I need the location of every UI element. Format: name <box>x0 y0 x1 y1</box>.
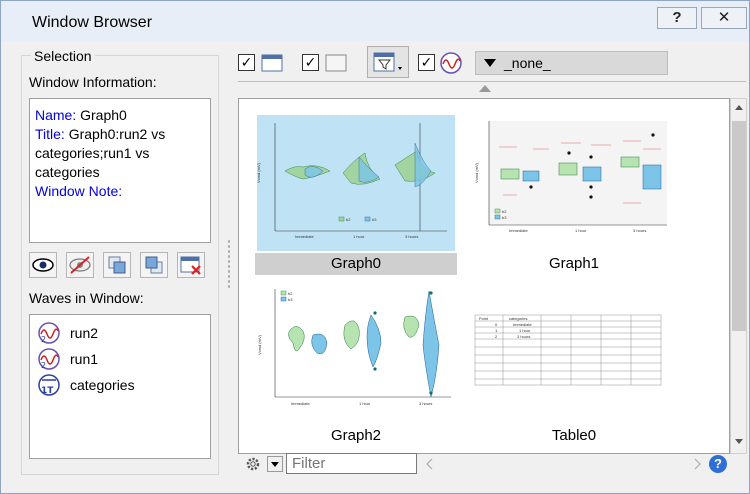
stack-front-icon <box>108 256 126 274</box>
category-immediate: Immediate <box>509 228 528 233</box>
tables-checkbox[interactable]: ✓ <box>302 54 319 71</box>
table-cell: Immediate <box>513 322 532 327</box>
hide-window-button[interactable] <box>66 252 94 278</box>
scroll-down-icon[interactable] <box>735 439 743 444</box>
y-axis-label: Vcmd (mV) <box>474 162 479 183</box>
legend-b2: b2 <box>502 209 507 214</box>
window-info-label: Window Information: <box>29 74 157 90</box>
scroll-left-icon[interactable] <box>425 458 435 470</box>
window-browser: Window Browser ? ✕ Selection Window Info… <box>0 0 750 494</box>
table-header-categories: categories <box>509 316 527 321</box>
category-1hour: 1 hour <box>359 401 371 406</box>
thumbnail-caption: Graph0 <box>330 255 382 272</box>
graph0-preview: Vcmd (mV) b2 b3 Immediate 1 hour 3 hours <box>255 113 457 253</box>
table-header-point: Point <box>479 316 489 321</box>
wave-name: run1 <box>70 351 99 367</box>
thumbnail-graph2[interactable]: Vcmd (mV) b2 b3 Immediate 1 hour 3 hours… <box>255 285 457 447</box>
table-cell: 1 hour <box>519 328 531 333</box>
eye-icon <box>32 258 54 272</box>
toolbar-separator <box>238 81 746 82</box>
stack-back-icon <box>145 256 163 274</box>
legend-b2: b2 <box>346 217 351 222</box>
triangle-down-icon <box>484 59 496 67</box>
filter-input[interactable] <box>286 453 417 474</box>
send-to-back-button[interactable] <box>140 252 168 278</box>
category-3hours: 3 hours <box>633 228 646 233</box>
list-item[interactable]: 2 run1 <box>38 347 98 371</box>
svg-text:1T: 1T <box>41 386 54 396</box>
name-key: Name: <box>35 107 77 123</box>
wave-name: run2 <box>70 325 99 341</box>
category-immediate: Immediate <box>295 234 314 239</box>
title-bar: Window Browser ? ✕ <box>1 1 749 41</box>
text-wave-icon: 1T <box>38 374 60 396</box>
bring-to-front-button[interactable] <box>103 252 131 278</box>
scrollbar-thumb[interactable] <box>732 121 746 331</box>
close-window-button[interactable] <box>177 252 205 278</box>
vertical-scrollbar[interactable] <box>730 98 747 454</box>
list-item[interactable]: 2 run2 <box>38 321 98 345</box>
help-button[interactable]: ? <box>657 7 697 29</box>
table-window-icon <box>325 54 347 72</box>
close-button[interactable]: ✕ <box>701 7 747 29</box>
sort-combo[interactable]: _none_ <box>475 51 668 75</box>
thumbnail-caption: Graph2 <box>330 427 382 444</box>
legend-b2: b2 <box>288 291 293 296</box>
wave-icon: 2 <box>38 322 60 344</box>
waves-label: Waves in Window: <box>29 290 144 306</box>
category-immediate: Immediate <box>291 401 310 406</box>
name-value: Graph0 <box>80 107 127 123</box>
svg-text:2: 2 <box>41 335 46 344</box>
collapse-up-icon[interactable] <box>479 85 491 92</box>
sort-combo-value: _none_ <box>504 55 551 71</box>
selection-label: Selection <box>31 48 95 64</box>
scroll-right-icon[interactable] <box>692 458 702 470</box>
help-icon[interactable]: ? <box>709 455 727 473</box>
gear-icon[interactable] <box>243 455 263 473</box>
eye-crossed-icon <box>69 256 91 274</box>
table0-preview: Point categories 0 Immediate 1 1 hour 2 … <box>473 285 675 425</box>
show-window-button[interactable] <box>29 252 57 278</box>
thumbnail-caption: Table0 <box>551 427 597 444</box>
scroll-up-icon[interactable] <box>735 105 743 110</box>
splitter-handle[interactable] <box>227 239 231 289</box>
graph2-preview: Vcmd (mV) b2 b3 Immediate 1 hour 3 hours <box>255 285 457 425</box>
thumbnail-caption: Graph1 <box>548 255 600 272</box>
thumbnail-panel[interactable]: Vcmd (mV) b2 b3 Immediate 1 hour 3 hours… <box>238 98 730 454</box>
window-note-key: Window Note: <box>35 183 123 199</box>
window-title: Window Browser <box>32 14 153 31</box>
chevron-down-icon[interactable] <box>267 456 283 472</box>
graph1-preview: Vcmd (mV) b2 b3 Immediate 1 hour 3 hours <box>473 113 675 253</box>
window-info-box: Name: Graph0 Title: Graph0:run2 vs categ… <box>29 98 211 243</box>
filter-window-icon <box>373 52 402 72</box>
category-3hours: 3 hours <box>419 401 432 406</box>
window-close-icon <box>180 256 201 275</box>
svg-text:2: 2 <box>41 361 46 370</box>
thumbnail-table0[interactable]: Point categories 0 Immediate 1 1 hour 2 … <box>473 285 675 447</box>
window-type-dropdown[interactable] <box>367 46 409 78</box>
y-axis-label: Vcmd (mV) <box>257 334 262 355</box>
legend-b3: b3 <box>502 215 507 220</box>
category-1hour: 1 hour <box>353 234 365 239</box>
thumbnail-graph1[interactable]: Vcmd (mV) b2 b3 Immediate 1 hour 3 hours… <box>473 113 675 275</box>
legend-b3: b3 <box>372 217 377 222</box>
waves-list[interactable]: 2 run2 2 run1 1T categories <box>29 314 211 459</box>
legend-b3: b3 <box>288 297 293 302</box>
graphs-checkbox[interactable]: ✓ <box>238 54 255 71</box>
thumbnail-graph0[interactable]: Vcmd (mV) b2 b3 Immediate 1 hour 3 hours… <box>255 113 457 275</box>
graph-window-icon <box>261 54 283 72</box>
wave-icon: 2 <box>38 348 60 370</box>
table-cell: 3 hours <box>517 334 530 339</box>
wave-name: categories <box>70 377 135 393</box>
title-key: Title: <box>35 126 65 142</box>
category-1hour: 1 hour <box>575 228 587 233</box>
waves-checkbox[interactable]: ✓ <box>418 54 435 71</box>
category-3hours: 3 hours <box>405 234 418 239</box>
wave-filter-icon <box>440 52 462 74</box>
y-axis-label: Vcmd (mV) <box>256 162 261 183</box>
list-item[interactable]: 1T categories <box>38 373 135 397</box>
